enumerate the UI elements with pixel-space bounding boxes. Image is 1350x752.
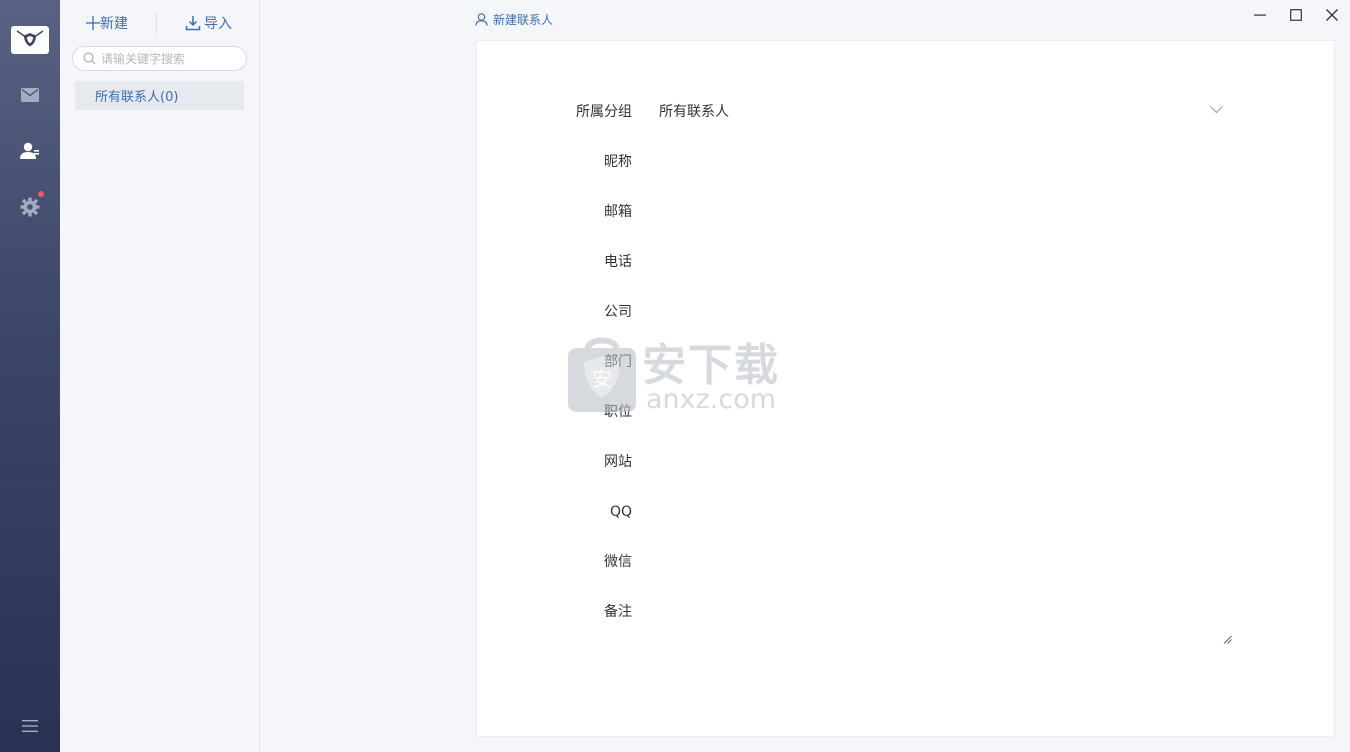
nickname-field[interactable]: [647, 147, 1232, 177]
maximize-icon: [1290, 9, 1302, 21]
page-title: 新建联系人: [475, 10, 553, 28]
close-button[interactable]: [1321, 6, 1343, 24]
resize-grip-icon[interactable]: [1223, 635, 1232, 644]
qq-field[interactable]: [647, 497, 1232, 527]
mail-shield-logo-icon: [11, 26, 49, 54]
form-row-position: 职位: [477, 397, 1336, 427]
phone-label: 电话: [604, 254, 632, 270]
position-label: 职位: [604, 404, 632, 420]
search-input[interactable]: [101, 51, 236, 66]
minimize-icon: [1254, 14, 1266, 16]
note-textarea[interactable]: [647, 597, 1233, 635]
minimize-button[interactable]: [1249, 6, 1271, 24]
import-label: 导入: [204, 16, 232, 32]
form-row-wechat: 微信: [477, 547, 1336, 577]
app-rail: [0, 0, 60, 752]
user-icon: [475, 12, 488, 26]
group-label: 所属分组: [576, 104, 632, 120]
form-row-note: 备注: [477, 597, 1336, 644]
email-field[interactable]: [647, 197, 1232, 227]
phone-field[interactable]: [647, 247, 1232, 277]
form-row-group: 所属分组 所有联系人: [477, 97, 1336, 127]
wechat-field[interactable]: [647, 547, 1232, 577]
form-row-department: 部门: [477, 347, 1336, 377]
website-field[interactable]: [647, 447, 1232, 477]
website-label: 网站: [604, 454, 632, 470]
contacts-panel: 新建 导入 所有联系人(0): [60, 0, 260, 752]
new-contact-button[interactable]: 新建: [86, 8, 128, 38]
contacts-icon[interactable]: [0, 137, 60, 165]
chevron-down-icon[interactable]: [1210, 106, 1223, 114]
department-label: 部门: [604, 354, 632, 370]
form-row-phone: 电话: [477, 247, 1336, 277]
close-icon: [1326, 9, 1338, 21]
department-field[interactable]: [647, 347, 1232, 377]
company-label: 公司: [604, 304, 632, 320]
search-icon: [83, 52, 96, 65]
download-icon: [185, 16, 201, 31]
menu-icon[interactable]: [0, 712, 60, 740]
form-row-nickname: 昵称: [477, 147, 1336, 177]
note-label: 备注: [604, 604, 632, 620]
group-item-all-contacts[interactable]: 所有联系人(0): [75, 81, 244, 110]
maximize-button[interactable]: [1285, 6, 1307, 24]
toolbar-divider: [156, 12, 157, 34]
group-item-label: 所有联系人(0): [95, 90, 179, 105]
form-row-qq: QQ: [477, 497, 1336, 527]
group-select[interactable]: 所有联系人: [659, 97, 729, 127]
notification-badge: [38, 191, 44, 197]
form-row-website: 网站: [477, 447, 1336, 477]
wechat-label: 微信: [604, 554, 632, 570]
email-label: 邮箱: [604, 204, 632, 220]
search-box: [72, 46, 247, 71]
import-button[interactable]: 导入: [185, 8, 232, 38]
page-title-text: 新建联系人: [493, 12, 554, 27]
contacts-toolbar: 新建 导入: [60, 8, 260, 38]
form-row-company: 公司: [477, 297, 1336, 327]
nickname-label: 昵称: [604, 154, 632, 170]
new-contact-label: 新建: [100, 16, 128, 32]
qq-label: QQ: [609, 504, 632, 520]
position-field[interactable]: [647, 397, 1232, 427]
mail-icon[interactable]: [0, 81, 60, 109]
new-contact-form: 所属分组 所有联系人 昵称 邮箱 电话 公司 部门 职位 网站 QQ 微信 备注: [476, 40, 1335, 737]
settings-icon[interactable]: [0, 191, 60, 221]
plus-icon: [86, 16, 100, 30]
company-field[interactable]: [647, 297, 1232, 327]
form-row-email: 邮箱: [477, 197, 1336, 227]
